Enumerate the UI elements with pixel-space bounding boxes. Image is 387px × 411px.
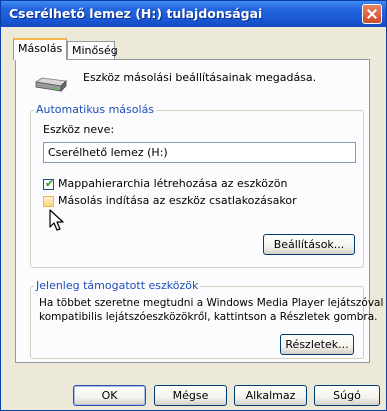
auto-copy-group-label: Automatikus másolás — [34, 103, 157, 116]
supported-info-line-2: kompatibilis lejátszóeszközökről, kattin… — [39, 311, 378, 323]
help-button[interactable]: Súgó — [314, 385, 380, 406]
help-button-label: Súgó — [333, 389, 361, 402]
window-title: Cserélhető lemez (H:) tulajdonságai — [9, 6, 263, 21]
settings-button[interactable]: Beállítások... — [263, 234, 355, 255]
create-folder-hierarchy-checkbox[interactable]: ✔ — [43, 177, 55, 190]
tab-copy[interactable]: Másolás — [13, 38, 67, 60]
intro-text: Eszköz másolási beállításainak megadása. — [83, 71, 317, 84]
cancel-button[interactable]: Mégse — [154, 385, 227, 406]
properties-dialog: Cserélhető lemez (H:) tulajdonságai Máso… — [0, 0, 387, 411]
tab-copy-label: Másolás — [18, 42, 63, 55]
device-name-field[interactable]: Cserélhető lemez (H:) — [43, 142, 356, 163]
check-mark-icon: ✔ — [45, 177, 55, 190]
apply-button[interactable]: Alkalmaz — [234, 385, 307, 406]
cancel-button-label: Mégse — [172, 389, 209, 402]
supported-devices-group-label: Jelenleg támogatott eszközök — [34, 279, 201, 292]
create-folder-hierarchy-label[interactable]: Mappahierarchia létrehozása az eszközön — [58, 177, 287, 190]
removable-drive-icon — [34, 77, 67, 92]
start-copy-on-connect-checkbox[interactable] — [43, 196, 54, 207]
details-button[interactable]: Részletek... — [280, 334, 354, 355]
settings-button-label: Beállítások... — [273, 238, 345, 251]
tab-quality-label: Minőség — [72, 44, 118, 57]
start-copy-on-connect-label[interactable]: Másolás indítása az eszköz csatlakozásak… — [58, 194, 297, 207]
close-button[interactable] — [362, 4, 382, 24]
ok-button-label: OK — [101, 389, 118, 402]
device-name-value: Cserélhető lemez (H:) — [48, 146, 168, 159]
mouse-cursor-icon — [49, 209, 64, 231]
supported-info-line-1: Ha többet szeretne megtudni a Windows Me… — [39, 297, 384, 309]
device-name-label: Eszköz neve: — [43, 123, 115, 136]
ok-button[interactable]: OK — [73, 385, 146, 406]
apply-button-label: Alkalmaz — [245, 389, 296, 402]
tab-quality[interactable]: Minőség — [67, 41, 118, 59]
title-bar[interactable]: Cserélhető lemez (H:) tulajdonságai — [1, 1, 386, 27]
details-button-label: Részletek... — [285, 338, 349, 351]
